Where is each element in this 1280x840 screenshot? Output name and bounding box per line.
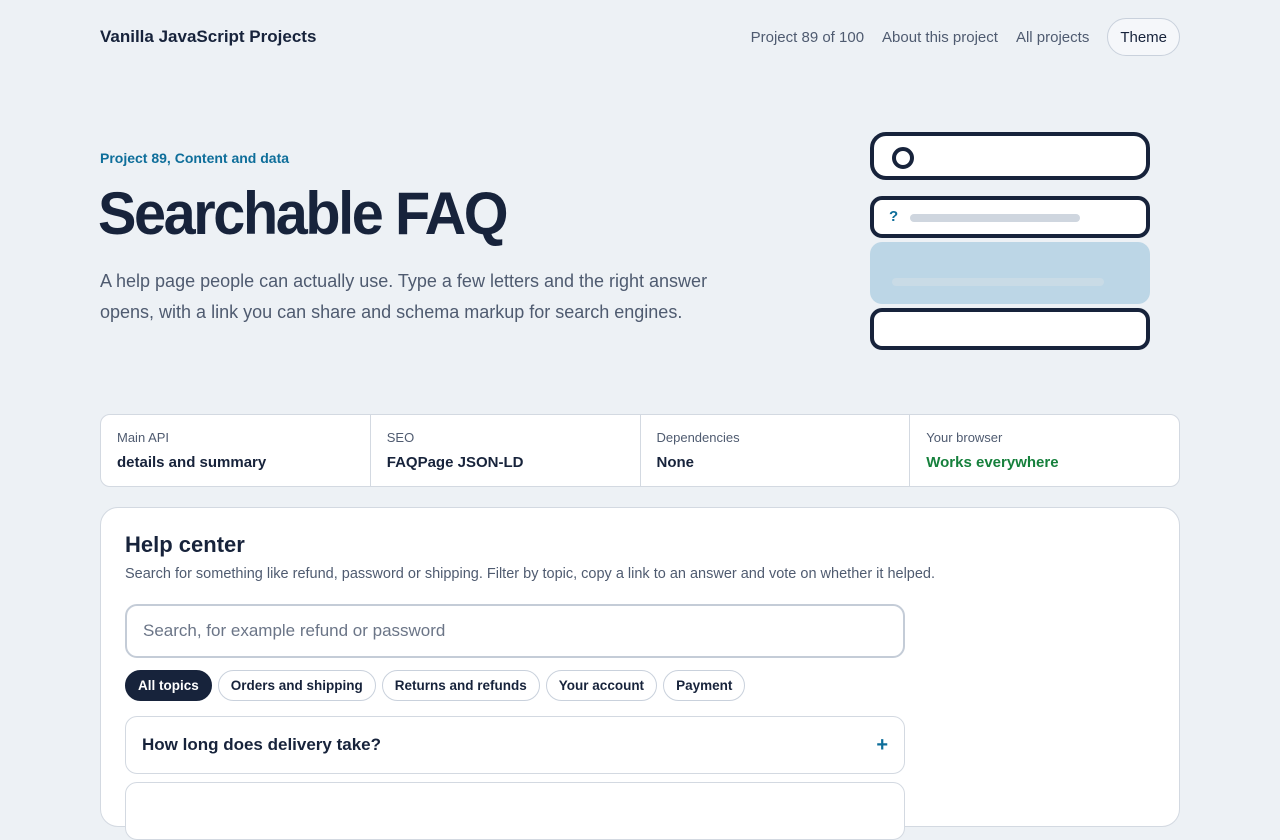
faq-illustration: ? <box>870 132 1150 352</box>
info-value: details and summary <box>117 454 267 471</box>
faq-question: How long does delivery take? <box>142 735 382 754</box>
info-browser: Your browser Works everywhere <box>910 415 1179 486</box>
info-label: Dependencies <box>656 430 740 445</box>
info-dependencies: Dependencies None <box>641 415 911 486</box>
illustration-open-answer <box>870 242 1150 304</box>
plus-icon[interactable]: + <box>876 734 888 757</box>
info-value: None <box>656 454 695 471</box>
topic-filter-chips: All topics Orders and shipping Returns a… <box>125 670 746 701</box>
illustration-question-row: ? <box>870 196 1150 238</box>
info-label: Your browser <box>926 430 1003 445</box>
info-label: Main API <box>117 430 170 445</box>
topic-chip-returns-refunds[interactable]: Returns and refunds <box>381 670 540 701</box>
topic-chip-all[interactable]: All topics <box>125 670 212 701</box>
project-info-strip: Main API details and summary SEO FAQPage… <box>100 414 1180 487</box>
illustration-closed-row <box>870 308 1150 350</box>
info-main-api: Main API details and summary <box>101 415 371 486</box>
top-nav: Project 89 of 100 About this project All… <box>751 18 1180 56</box>
help-center-panel: Help center Search for something like re… <box>100 507 1180 840</box>
info-seo: SEO FAQPage JSON-LD <box>371 415 641 486</box>
info-value: FAQPage JSON-LD <box>386 454 524 471</box>
faq-item[interactable] <box>125 782 905 840</box>
hero-eyebrow: Project 89, Content and data <box>100 150 290 166</box>
nav-project-progress[interactable]: Project 89 of 100 <box>751 29 864 46</box>
magnifier-circle-icon <box>892 147 914 169</box>
info-label: SEO <box>386 430 415 445</box>
faq-search-input[interactable] <box>125 604 905 658</box>
theme-toggle-button[interactable]: Theme <box>1107 18 1180 56</box>
topic-chip-orders-shipping[interactable]: Orders and shipping <box>217 670 376 701</box>
topic-chip-your-account[interactable]: Your account <box>545 670 658 701</box>
illustration-answer-bar <box>892 278 1104 286</box>
faq-item[interactable]: How long does delivery take? + <box>125 716 905 774</box>
site-brand[interactable]: Vanilla JavaScript Projects <box>100 27 316 47</box>
nav-all-projects-link[interactable]: All projects <box>1016 29 1089 46</box>
hero-description: A help page people can actually use. Typ… <box>100 271 708 322</box>
question-mark-icon: ? <box>889 208 899 225</box>
illustration-text-bar <box>910 214 1080 222</box>
topic-chip-payment[interactable]: Payment <box>663 670 746 701</box>
illustration-search-box <box>870 132 1150 180</box>
page-title: Searchable FAQ <box>98 180 509 247</box>
help-center-title: Help center <box>125 532 245 557</box>
help-center-description: Search for something like refund, passwo… <box>125 566 936 582</box>
nav-about-link[interactable]: About this project <box>882 29 998 46</box>
top-bar: Vanilla JavaScript Projects Project 89 o… <box>100 18 1180 56</box>
browser-support-status: Works everywhere <box>926 454 1059 471</box>
